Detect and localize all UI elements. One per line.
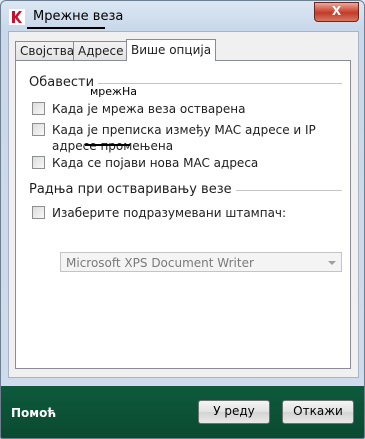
footer-bar: Помоћ У реду Откажи bbox=[1, 386, 364, 438]
word-underline bbox=[85, 144, 130, 146]
notify-connected-checkbox[interactable] bbox=[32, 102, 45, 115]
notify-mac-ip-changed-checkbox[interactable] bbox=[32, 123, 45, 136]
connect-group-title: Радња при остваривању везе bbox=[29, 182, 236, 197]
notify-new-mac-row[interactable]: Када се појави нова MAC адреса bbox=[32, 155, 342, 171]
printer-select[interactable]: Microsoft XPS Document Writer bbox=[60, 252, 342, 272]
kaspersky-k-icon bbox=[9, 9, 25, 25]
dialog-window: Мрежне веза X Својства Адресе Више опциј… bbox=[0, 0, 365, 439]
cancel-button[interactable]: Откажи bbox=[282, 400, 354, 424]
default-printer-row[interactable]: Изаберите подразумевани штампач: bbox=[32, 205, 332, 221]
default-printer-label[interactable]: Изаберите подразумевани штампач: bbox=[52, 205, 332, 221]
notify-group-title: Обавести bbox=[29, 75, 99, 90]
notify-new-mac-label[interactable]: Када се појави нова MAC адреса bbox=[52, 155, 342, 171]
tab-properties[interactable]: Својства bbox=[15, 41, 80, 60]
notify-connected-label[interactable]: Када је мрежа веза остварена bbox=[52, 101, 342, 117]
notify-mac-ip-changed-label[interactable]: Када је преписка између MAC адресе и IP … bbox=[52, 122, 332, 154]
close-button[interactable]: X bbox=[314, 2, 359, 22]
help-link[interactable]: Помоћ bbox=[11, 406, 56, 420]
printer-select-value: Microsoft XPS Document Writer bbox=[66, 256, 254, 270]
notify-mac-ip-changed-row[interactable]: Када је преписка између MAC адресе и IP … bbox=[32, 122, 332, 154]
tab-addresses[interactable]: Адресе bbox=[73, 41, 129, 60]
ok-button[interactable]: У реду bbox=[198, 400, 270, 424]
notify-new-mac-checkbox[interactable] bbox=[32, 156, 45, 169]
dialog-body: Својства Адресе Више опција Обавести Кад… bbox=[8, 31, 359, 378]
notify-connected-row[interactable]: Када је мрежа веза остварена bbox=[32, 101, 342, 117]
tab-panel-more-options: Обавести Када је мрежа веза остварена Ка… bbox=[15, 60, 351, 369]
title-underline bbox=[27, 27, 105, 29]
window-title: Мрежне веза bbox=[33, 9, 124, 24]
title-bar[interactable]: Мрежне веза X bbox=[1, 1, 364, 31]
tab-more-options[interactable]: Више опција bbox=[126, 39, 217, 61]
floating-word-label: мрежНа bbox=[90, 85, 137, 98]
chevron-down-icon bbox=[328, 261, 336, 265]
default-printer-checkbox[interactable] bbox=[32, 206, 45, 219]
